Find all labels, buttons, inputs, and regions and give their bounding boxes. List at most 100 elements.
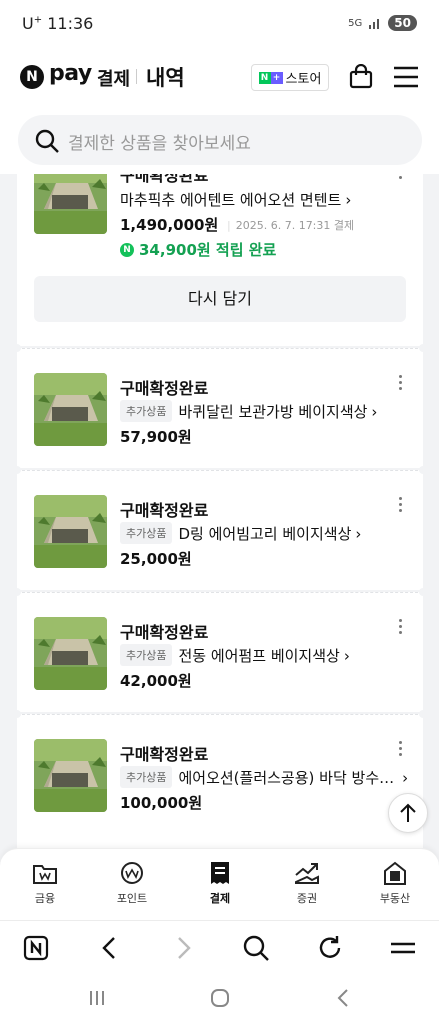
tent-image [34,174,107,234]
product-thumbnail[interactable] [34,739,107,812]
product-name-text: 전동 에어펌프 베이지색상 [178,647,340,665]
point-coin-icon [121,862,143,884]
carrier-plus: + [33,14,43,26]
point-earned-text: 34,900원 적립 완료 [139,241,277,259]
order-status: 구매확정완료 [120,623,209,642]
naver-logo-icon[interactable]: N [20,65,44,89]
product-thumbnail[interactable] [34,617,107,690]
stock-chart-icon [295,863,319,884]
product-name[interactable]: 추가상품 D링 에어빔고리 베이지색상 › [120,522,361,544]
tent-image [34,739,107,812]
hamburger-menu-icon[interactable] [393,66,419,88]
more-options-icon[interactable] [399,497,403,515]
scroll-to-top-button[interactable] [388,793,428,833]
date-divider: | [227,219,231,232]
store-button[interactable]: N + 스토어 [251,64,329,91]
order-date: | 2025. 6. 7. 17:31 결제 [227,217,354,233]
product-name-text: 바퀴달린 보관가방 베이지색상 [178,403,368,421]
battery-badge: 50 [388,15,417,31]
nav-item-payment[interactable]: 결제 [190,861,250,906]
tent-image [34,373,107,446]
product-name-text: 에어오션(플러스공용) 바닥 방수… [178,769,395,787]
order-date-text: 2025. 6. 7. 17:31 결제 [235,219,355,232]
refresh-icon[interactable] [316,934,344,962]
arrow-up-icon [400,803,416,822]
receipt-icon [211,862,229,884]
chevron-right-icon: › [343,647,350,665]
chevron-right-icon: › [371,403,378,421]
product-name-text: D링 에어빔고리 베이지색상 [178,525,352,543]
nav-label: 금융 [34,892,56,905]
search-icon[interactable] [242,934,270,962]
order-card: 구매확정완료 추가상품 에어오션(플러스공용) 바닥 방수… › 100,000원 [13,710,427,848]
order-status: 구매확정완료 [120,501,209,520]
nav-item-realestate[interactable]: 부동산 [365,861,425,906]
chevron-right-icon: › [345,191,352,209]
order-status: 구매확정완료 [120,745,209,764]
order-price: 25,000원 [120,550,192,568]
card-notch [419,466,427,474]
product-thumbnail[interactable] [34,373,107,446]
chevron-right-icon: › [355,525,362,543]
forward-icon[interactable] [169,934,197,962]
product-name[interactable]: 추가상품 에어오션(플러스공용) 바닥 방수… › [120,766,408,788]
logo-pay-text[interactable]: pay [49,61,92,86]
naver-pay-point-icon: N [120,242,134,257]
page-title: 내역 [146,66,185,90]
order-status: 구매확정완료 [120,174,209,185]
card-notch [419,344,427,352]
order-price: 1,490,000원 [120,216,219,234]
product-name[interactable]: 마추픽추 에어텐트 에어오션 면텐트 › [120,189,351,210]
nav-label: 결제 [209,892,231,905]
nav-item-stocks[interactable]: 증권 [277,861,337,906]
more-options-icon[interactable] [399,375,403,393]
order-price: 57,900원 [120,428,192,446]
nav-item-finance[interactable]: 금융 [15,861,75,906]
tent-image [34,495,107,568]
product-name[interactable]: 추가상품 바퀴달린 보관가방 베이지색상 › [120,400,377,422]
nav-label: 부동산 [379,892,411,905]
shopping-bag-icon[interactable] [348,64,374,90]
product-thumbnail[interactable] [34,495,107,568]
product-thumbnail[interactable] [34,174,107,234]
more-options-icon[interactable] [399,174,403,182]
card-notch [419,710,427,718]
header-divider [136,69,137,84]
bottom-nav: 금융 포인트 결제 증권 부동산 [0,848,439,920]
readd-to-cart-button[interactable]: 다시 담기 [34,276,406,322]
more-options-icon[interactable] [399,619,403,637]
menu-icon[interactable] [389,934,417,962]
order-status: 구매확정완료 [120,379,209,398]
search-icon [35,129,59,153]
order-card: 구매확정완료 추가상품 D링 에어빔고리 베이지색상 › 25,000원 [13,466,427,590]
system-back-icon[interactable] [333,988,353,1008]
extra-item-tag: 추가상품 [120,644,173,666]
card-notch [13,588,21,596]
carrier-label: U [22,14,34,33]
chevron-right-icon: › [402,769,409,787]
logo-sub-text[interactable]: 결제 [97,65,130,91]
browser-toolbar [0,920,439,974]
more-options-icon[interactable] [399,741,403,759]
product-name[interactable]: 추가상품 전동 에어펌프 베이지색상 › [120,644,350,666]
extra-item-tag: 추가상품 [120,522,173,544]
status-time-group: U+ 11:36 [22,14,93,33]
building-icon [384,861,406,885]
card-notch [419,588,427,596]
store-badge-n: N [258,71,271,84]
search-bar[interactable]: 결제한 상품을 찾아보세요 [18,115,422,165]
card-notch [13,710,21,718]
order-price: 42,000원 [120,672,192,690]
naver-home-icon[interactable] [22,934,50,962]
status-indicators: 5G 50 [348,15,417,31]
home-icon[interactable] [209,988,231,1008]
back-icon[interactable] [96,934,124,962]
wallet-icon [33,865,57,884]
recent-apps-icon[interactable] [87,988,107,1008]
nav-item-point[interactable]: 포인트 [102,861,162,906]
nav-label: 증권 [296,892,318,905]
extra-item-tag: 추가상품 [120,400,173,422]
search-placeholder: 결제한 상품을 찾아보세요 [68,134,251,154]
tent-image [34,617,107,690]
point-earned: N 34,900원 적립 완료 [120,239,276,260]
